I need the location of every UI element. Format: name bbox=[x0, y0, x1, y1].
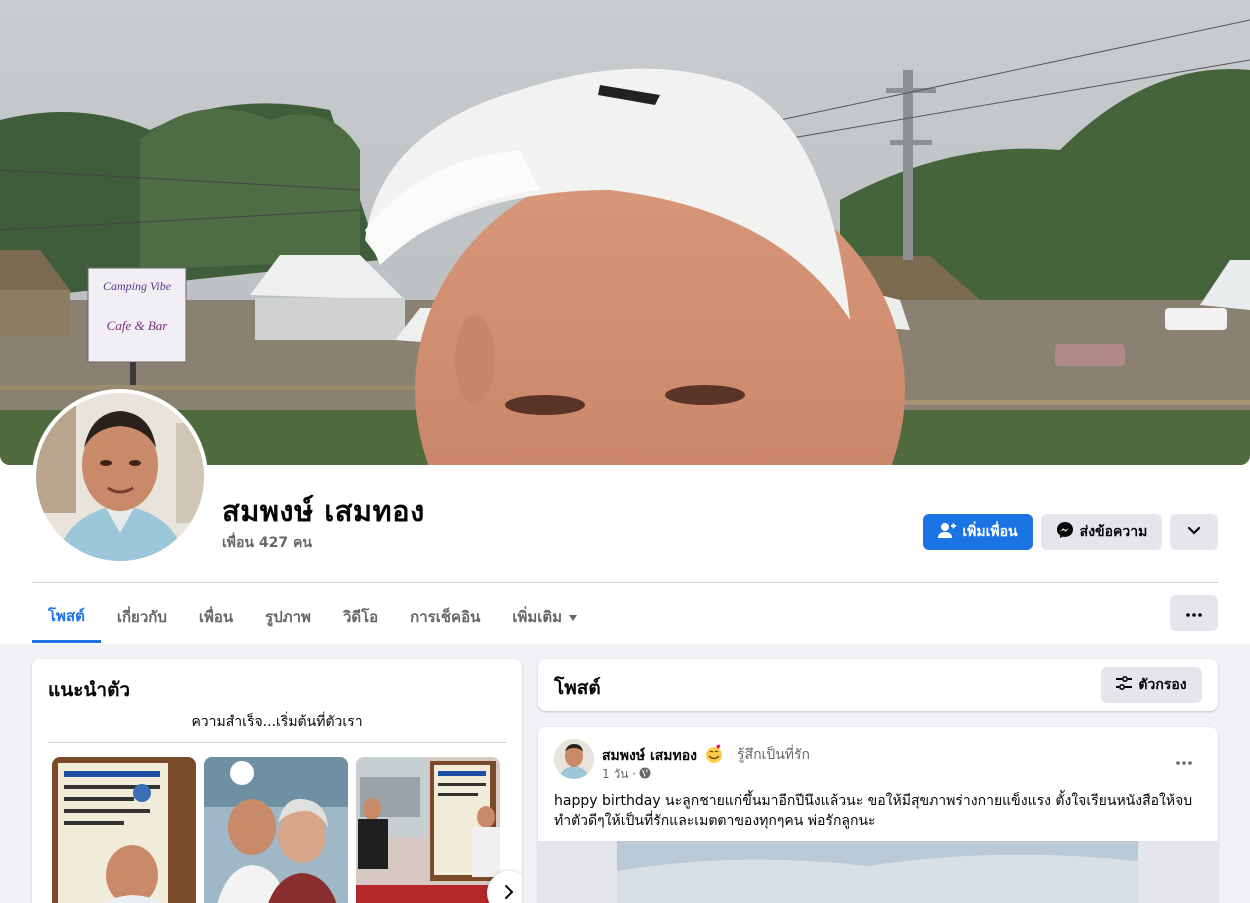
post-card: สมพงษ์ เสมทอง รู้สึกเป็นที่รัก 1 วัน · h… bbox=[538, 727, 1218, 903]
intro-card: แนะนำตัว ความสำเร็จ...เริ่มต้นที่ตัวเรา bbox=[32, 659, 522, 903]
tab-friends[interactable]: เพื่อน bbox=[183, 592, 249, 642]
post-author-avatar[interactable] bbox=[554, 739, 594, 779]
add-friend-button[interactable]: เพิ่มเพื่อน bbox=[923, 514, 1033, 550]
post-options-button[interactable] bbox=[1166, 741, 1202, 777]
post-photo[interactable] bbox=[538, 841, 1218, 903]
featured-photo-1[interactable] bbox=[52, 757, 196, 903]
posts-title: โพสต์ bbox=[554, 677, 601, 699]
featured-photo-3[interactable] bbox=[356, 757, 500, 903]
cover-photo[interactable]: Camping Vibe Cafe & Bar bbox=[0, 0, 1250, 465]
header-divider bbox=[32, 582, 1218, 583]
add-friend-icon bbox=[938, 522, 957, 542]
filter-button[interactable]: ตัวกรอง bbox=[1101, 667, 1202, 703]
profile-options-button[interactable] bbox=[1170, 514, 1218, 550]
love-emoji-icon bbox=[704, 744, 724, 768]
add-friend-label: เพิ่มเพื่อน bbox=[962, 524, 1018, 540]
profile-tabs: โพสต์ เกี่ยวกับ เพื่อน รูปภาพ วิดีโอ การ… bbox=[32, 592, 594, 644]
tabs-more-button[interactable] bbox=[1170, 595, 1218, 631]
post-timestamp[interactable]: 1 วัน · bbox=[602, 765, 651, 784]
friends-count[interactable]: เพื่อน 427 คน bbox=[222, 532, 312, 554]
svg-text:Cafe & Bar: Cafe & Bar bbox=[107, 318, 169, 333]
message-button[interactable]: ส่งข้อความ bbox=[1041, 514, 1162, 550]
profile-avatar[interactable] bbox=[32, 389, 208, 565]
featured-photo-2[interactable] bbox=[204, 757, 348, 903]
post-text: happy birthday นะลูกชายแก่ขึ้นมาอีกปีนึง… bbox=[554, 793, 1193, 829]
intro-divider bbox=[48, 742, 506, 743]
filter-label: ตัวกรอง bbox=[1138, 677, 1187, 693]
posts-header-card: โพสต์ ตัวกรอง bbox=[538, 659, 1218, 711]
caret-down-icon bbox=[568, 608, 578, 626]
svg-text:Camping Vibe: Camping Vibe bbox=[103, 279, 172, 293]
post-feeling: รู้สึกเป็นที่รัก bbox=[737, 747, 811, 763]
tab-more[interactable]: เพิ่มเติม bbox=[496, 592, 594, 642]
more-dots-icon bbox=[1186, 605, 1202, 621]
chevron-right-icon bbox=[504, 881, 514, 903]
tab-checkins[interactable]: การเช็คอิน bbox=[394, 592, 496, 642]
messenger-icon bbox=[1056, 521, 1074, 543]
tab-about[interactable]: เกี่ยวกับ bbox=[101, 592, 183, 642]
tab-posts[interactable]: โพสต์ bbox=[32, 592, 101, 643]
more-dots-icon bbox=[1176, 750, 1192, 769]
message-label: ส่งข้อความ bbox=[1079, 524, 1148, 540]
intro-bio: ความสำเร็จ...เริ่มต้นที่ตัวเรา bbox=[191, 714, 363, 730]
tab-photos[interactable]: รูปภาพ bbox=[249, 592, 327, 642]
globe-icon bbox=[639, 767, 651, 782]
profile-name: สมพงษ์ เสมทอง bbox=[222, 494, 425, 528]
intro-title: แนะนำตัว bbox=[48, 679, 131, 701]
tab-videos[interactable]: วิดีโอ bbox=[327, 592, 394, 642]
filter-icon bbox=[1116, 675, 1133, 694]
chevron-down-icon bbox=[1187, 524, 1201, 540]
